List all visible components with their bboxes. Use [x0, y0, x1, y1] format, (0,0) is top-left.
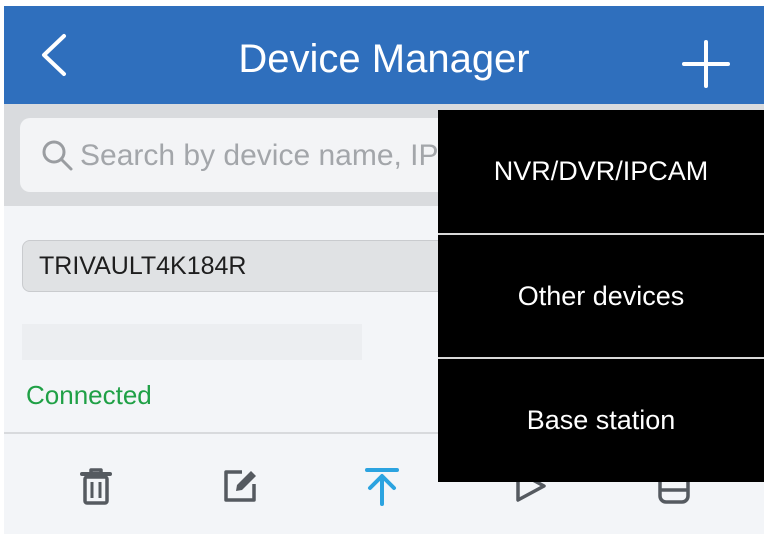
menu-item-label: Other devices	[517, 280, 685, 311]
edit-icon	[224, 470, 256, 502]
delete-button[interactable]	[74, 464, 118, 508]
add-device-button[interactable]	[676, 34, 736, 94]
device-manager-screen: Device Manager TRIVAULT4K184R Connected	[0, 0, 768, 543]
menu-item-base-station[interactable]: Base station	[438, 359, 764, 481]
app-header: Device Manager	[4, 6, 764, 104]
page-title: Device Manager	[238, 37, 530, 81]
menu-item-other-devices[interactable]: Other devices	[438, 235, 764, 357]
status-text: Connected	[26, 380, 152, 410]
search-icon	[42, 140, 73, 171]
pin-top-icon	[365, 468, 399, 506]
add-device-menu: NVR/DVR/IPCAM Other devices Base station	[438, 110, 764, 482]
back-button[interactable]	[30, 30, 80, 80]
edit-button[interactable]	[218, 464, 262, 508]
chevron-left-icon	[42, 34, 66, 76]
pin-top-button[interactable]	[360, 464, 404, 508]
trash-icon	[80, 468, 112, 505]
menu-item-label: Base station	[526, 404, 676, 435]
menu-item-nvr-dvr-ipcam[interactable]: NVR/DVR/IPCAM	[438, 110, 764, 232]
device-detail-row	[22, 324, 362, 360]
menu-item-label: NVR/DVR/IPCAM	[493, 155, 709, 186]
plus-icon	[682, 40, 730, 88]
